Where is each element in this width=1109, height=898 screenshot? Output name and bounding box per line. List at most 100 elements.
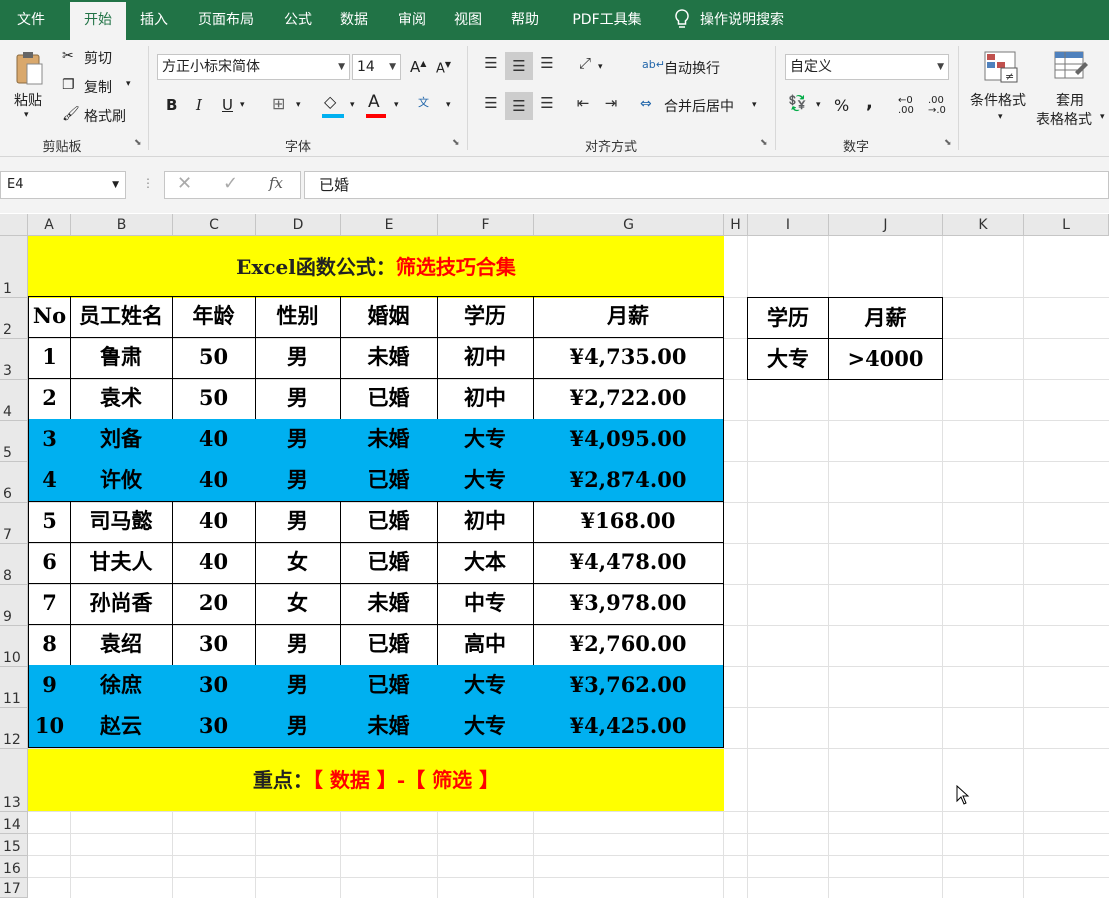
orientation-dropdown-icon[interactable]: ▾ [598, 62, 603, 72]
tab-pdf-tools[interactable]: PDF工具集 [562, 0, 652, 40]
data-cell-gender[interactable]: 男 [255, 624, 341, 666]
copy-dropdown-icon[interactable]: ▾ [126, 79, 131, 89]
data-cell-gender[interactable]: 女 [255, 542, 341, 584]
data-cell-gender[interactable]: 男 [255, 460, 341, 502]
cut-icon[interactable]: ✂ [62, 48, 74, 64]
cut-button[interactable]: 剪切 [84, 48, 112, 68]
font-name-combo[interactable]: 方正小标宋简体 ▼ [157, 54, 350, 80]
data-cell-age[interactable]: 20 [172, 583, 256, 625]
row-header-17[interactable]: 17 [0, 878, 28, 898]
merge-center-button[interactable]: 合并后居中 [664, 96, 734, 116]
currency-icon[interactable]: 💱 [788, 94, 807, 112]
orientation-icon[interactable]: ⤢ [574, 54, 596, 78]
fill-color-icon[interactable]: ◇ [324, 92, 336, 111]
data-cell-marriage[interactable]: 未婚 [340, 419, 438, 461]
phonetic-dropdown-icon[interactable]: ▾ [446, 100, 451, 110]
data-cell-salary[interactable]: ¥4,478.00 [533, 542, 724, 584]
data-cell-salary[interactable]: ¥4,735.00 [533, 337, 724, 379]
row-header-9[interactable]: 9 [0, 585, 28, 626]
formula-input[interactable]: 已婚 [304, 171, 1109, 199]
row-header-2[interactable]: 2 [0, 298, 28, 339]
table-format-button-line1[interactable]: 套用 [1056, 90, 1084, 110]
data-cell-age[interactable]: 50 [172, 337, 256, 379]
underline-dropdown-icon[interactable]: ▾ [240, 100, 245, 110]
bold-button[interactable]: B [166, 96, 177, 114]
font-color-dropdown-icon[interactable]: ▾ [394, 100, 399, 110]
conditional-format-icon[interactable]: ≠ [982, 50, 1020, 86]
data-cell-marriage[interactable]: 未婚 [340, 706, 438, 748]
column-header-c[interactable]: C [173, 214, 256, 236]
data-cell-gender[interactable]: 男 [255, 378, 341, 420]
data-cell-gender[interactable]: 男 [255, 337, 341, 379]
percent-button[interactable]: % [834, 96, 849, 115]
tab-home[interactable]: 开始 [70, 2, 126, 40]
data-cell-gender[interactable]: 男 [255, 501, 341, 543]
data-cell-gender[interactable]: 女 [255, 583, 341, 625]
header-cell-name[interactable]: 员工姓名 [70, 296, 173, 338]
data-cell-marriage[interactable]: 已婚 [340, 501, 438, 543]
data-cell-marriage[interactable]: 已婚 [340, 542, 438, 584]
criteria-header-salary[interactable]: 月薪 [828, 297, 943, 339]
font-color-icon[interactable]: A [368, 92, 380, 112]
header-cell-marriage[interactable]: 婚姻 [340, 296, 438, 338]
name-box[interactable]: E4 ▼ [0, 171, 126, 199]
align-bottom-icon[interactable]: ☰ [536, 54, 558, 78]
data-cell-marriage[interactable]: 已婚 [340, 378, 438, 420]
column-header-k[interactable]: K [943, 214, 1024, 236]
insert-function-button[interactable]: fx [269, 174, 283, 192]
data-cell-edu[interactable]: 大专 [437, 706, 534, 748]
fill-dropdown-icon[interactable]: ▾ [350, 100, 355, 110]
border-dropdown-icon[interactable]: ▾ [296, 100, 301, 110]
currency-dropdown-icon[interactable]: ▾ [816, 100, 821, 110]
increase-indent-icon[interactable]: ⇥ [600, 94, 622, 118]
merge-dropdown-icon[interactable]: ▾ [752, 100, 757, 110]
data-cell-no[interactable]: 1 [28, 337, 71, 379]
data-cell-edu[interactable]: 初中 [437, 337, 534, 379]
align-right-icon[interactable]: ☰ [536, 94, 558, 118]
data-cell-salary[interactable]: ¥4,425.00 [533, 706, 724, 748]
data-cell-age[interactable]: 40 [172, 419, 256, 461]
data-cell-name[interactable]: 司马懿 [70, 501, 173, 543]
data-cell-age[interactable]: 40 [172, 460, 256, 502]
row-header-5[interactable]: 5 [0, 421, 28, 462]
data-cell-no[interactable]: 8 [28, 624, 71, 666]
data-cell-salary[interactable]: ¥2,760.00 [533, 624, 724, 666]
number-launcher-icon[interactable]: ⬊ [944, 138, 952, 148]
data-cell-name[interactable]: 徐庶 [70, 665, 173, 707]
chevron-down-icon[interactable]: ▼ [112, 172, 119, 198]
data-cell-age[interactable]: 40 [172, 501, 256, 543]
data-cell-name[interactable]: 袁术 [70, 378, 173, 420]
row-header-13[interactable]: 13 [0, 749, 28, 812]
merge-center-icon[interactable]: ⇔ [640, 96, 652, 112]
data-cell-salary[interactable]: ¥3,762.00 [533, 665, 724, 707]
column-header-f[interactable]: F [438, 214, 534, 236]
data-cell-no[interactable]: 3 [28, 419, 71, 461]
data-cell-name[interactable]: 许攸 [70, 460, 173, 502]
column-header-b[interactable]: B [71, 214, 173, 236]
data-cell-edu[interactable]: 大专 [437, 460, 534, 502]
data-cell-name[interactable]: 赵云 [70, 706, 173, 748]
decrease-decimal-icon[interactable]: .00 →.0 [928, 96, 946, 116]
sheet-footer-note[interactable]: 重点：【 数据 】-【 筛选 】 [28, 749, 724, 811]
data-cell-age[interactable]: 30 [172, 665, 256, 707]
row-header-1[interactable]: 1 [0, 236, 28, 298]
tab-data[interactable]: 数据 [332, 0, 376, 40]
data-cell-gender[interactable]: 男 [255, 706, 341, 748]
row-header-15[interactable]: 15 [0, 834, 28, 856]
data-cell-age[interactable]: 30 [172, 624, 256, 666]
row-header-4[interactable]: 4 [0, 380, 28, 421]
data-cell-edu[interactable]: 中专 [437, 583, 534, 625]
header-cell-edu[interactable]: 学历 [437, 296, 534, 338]
data-cell-edu[interactable]: 大本 [437, 542, 534, 584]
paste-icon[interactable] [14, 50, 44, 85]
row-header-7[interactable]: 7 [0, 503, 28, 544]
data-cell-marriage[interactable]: 已婚 [340, 665, 438, 707]
data-cell-edu[interactable]: 初中 [437, 378, 534, 420]
alignment-launcher-icon[interactable]: ⬊ [760, 138, 768, 148]
italic-button[interactable]: I [196, 96, 202, 114]
number-format-combo[interactable]: 自定义 ▼ [785, 54, 949, 80]
underline-button[interactable]: U [222, 96, 233, 114]
tell-me-search[interactable]: 操作说明搜索 [700, 0, 800, 40]
conditional-format-dropdown-icon[interactable]: ▾ [998, 112, 1003, 122]
data-cell-salary[interactable]: ¥4,095.00 [533, 419, 724, 461]
